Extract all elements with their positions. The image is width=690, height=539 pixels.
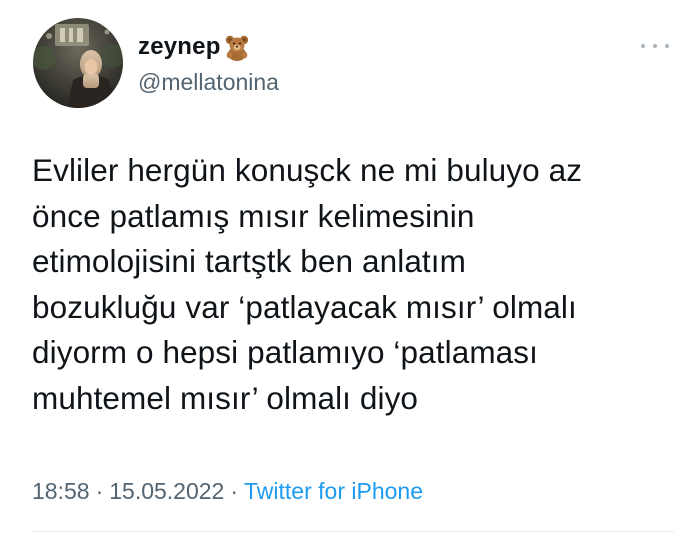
more-dot-icon [653,44,657,48]
display-name[interactable]: zeynep [138,33,221,61]
divider [32,531,674,532]
tweet-line: bozukluğu var ‘patlayacak mısır’ olmalı [32,288,577,325]
meta-separator: · [95,478,104,504]
tweet-line: Evliler hergün konuşck ne mi buluyo az [32,152,583,188]
user-name-row[interactable]: zeynep [138,32,252,62]
tweet-time[interactable]: 18:58 [32,478,90,504]
avatar-photo [33,18,123,108]
tweet-source-link[interactable]: Twitter for iPhone [244,478,423,504]
more-options-button[interactable] [641,38,669,54]
tweet-metadata: 18:58 · 15.05.2022 · Twitter for iPhone [32,478,423,505]
user-handle[interactable]: @mellatonina [138,69,279,96]
tweet-card: zeynep @mellatonina Evliler hergün konuş… [0,0,690,539]
tweet-line: muhtemel mısır’ olmalı diyo [32,379,419,416]
avatar[interactable] [33,18,123,108]
more-dot-icon [641,44,645,48]
teddy-bear-icon [222,32,252,62]
meta-separator: · [230,478,239,504]
more-dot-icon [665,44,669,48]
tweet-line: etimolojisini tartştk ben anlatım [32,243,466,279]
tweet-date[interactable]: 15.05.2022 [109,478,224,504]
tweet-line: önce patlamış mısır kelimesinin [32,197,475,234]
tweet-line: diyorm o hepsi patlamıyo ‘patlaması [32,334,538,370]
tweet-text: Evliler hergün konuşck ne mi buluyo az ö… [32,148,672,421]
